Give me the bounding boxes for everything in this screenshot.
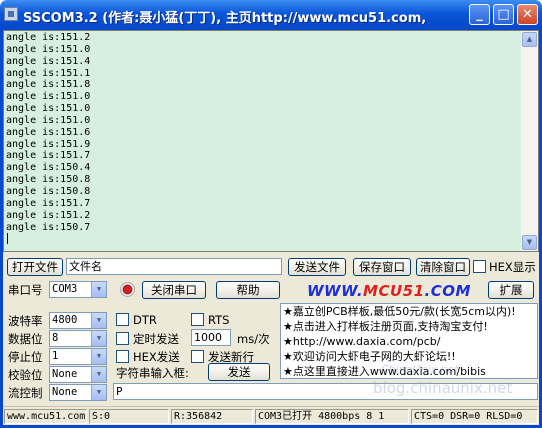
output-line: angle is:151.4 — [6, 55, 91, 67]
output-lines: angle is:151.2 angle is:151.0 angle is:151… — [6, 32, 91, 245]
port-select[interactable]: COM3 ▼ — [49, 281, 107, 298]
status-signals: CTS=0 DSR=0 RLSD=0 — [411, 409, 538, 424]
mcu51-logo[interactable]: WWW.MCU51.COM — [307, 282, 471, 300]
text-caret — [7, 233, 8, 245]
output-line: angle is:151.0 — [6, 91, 91, 103]
ad-line[interactable]: ★点击进入打样板注册页面,支持淘宝支付! — [281, 319, 537, 334]
chevron-down-icon[interactable]: ▼ — [91, 282, 106, 297]
flow-control-label: 流控制 — [8, 386, 43, 400]
maximize-button[interactable]: □ — [493, 4, 514, 25]
close-port-button[interactable]: 关闭串口 — [142, 281, 206, 299]
baud-rate-select[interactable]: 4800 ▼ — [49, 312, 107, 329]
app-icon[interactable] — [4, 7, 18, 21]
output-line: angle is:151.7 — [6, 150, 91, 162]
minimize-button[interactable]: _ — [469, 4, 490, 25]
ad-line[interactable]: ★嘉立创PCB样板,最低50元/款(长宽5cm以内)! — [281, 304, 537, 319]
watermark-text: blog.chinaunix.net — [373, 379, 513, 397]
chevron-down-icon[interactable]: ▼ — [91, 349, 106, 364]
chevron-down-icon[interactable]: ▼ — [91, 313, 106, 328]
output-line: angle is:151.8 — [6, 79, 91, 91]
data-bits-label: 数据位 — [8, 332, 43, 346]
timed-send-checkbox[interactable] — [116, 332, 129, 345]
status-received: R:356842 — [171, 409, 253, 424]
clear-window-button[interactable]: 清除窗口 — [416, 258, 470, 276]
output-line: angle is:150.4 — [6, 162, 91, 174]
title-bar[interactable]: SSCOM3.2 (作者:聂小猛(丁丁), 主页http://www.mcu51… — [0, 0, 542, 30]
output-line: angle is:151.9 — [6, 138, 91, 150]
send-newline-checkbox[interactable] — [191, 350, 204, 363]
interval-input[interactable]: 1000 — [191, 329, 231, 346]
send-button[interactable]: 发送 — [208, 363, 270, 381]
baud-rate-label: 波特率 — [8, 314, 43, 328]
close-button[interactable]: ✕ — [517, 4, 538, 25]
stop-bits-value: 1 — [52, 350, 59, 362]
output-line: angle is:151.1 — [6, 67, 91, 79]
flow-control-select[interactable]: None ▼ — [49, 384, 107, 401]
timed-send-label: 定时发送 — [133, 332, 179, 346]
string-input-label: 字符串输入框: — [116, 366, 189, 380]
output-line: angle is:150.7 — [6, 221, 91, 233]
flow-control-value: None — [52, 386, 78, 398]
vertical-scrollbar[interactable]: ▲ ▼ — [521, 31, 538, 251]
output-line: angle is:151.0 — [6, 114, 91, 126]
send-newline-label: 发送新行 — [208, 350, 254, 364]
port-status-led-icon — [120, 282, 135, 297]
hex-display-checkbox[interactable] — [473, 260, 486, 273]
baud-rate-value: 4800 — [52, 314, 78, 326]
status-sent: S:0 — [89, 409, 169, 424]
output-line: angle is:151.0 — [6, 103, 91, 115]
dtr-label: DTR — [133, 313, 157, 327]
output-line: angle is:151.6 — [6, 126, 91, 138]
port-select-value: COM3 — [52, 283, 78, 295]
output-line: angle is:151.2 — [6, 32, 91, 43]
expand-button[interactable]: 扩展 — [488, 281, 534, 299]
stop-bits-label: 停止位 — [8, 350, 43, 364]
chevron-down-icon[interactable]: ▼ — [91, 331, 106, 346]
output-line: angle is:150.8 — [6, 185, 91, 197]
hex-send-checkbox[interactable] — [116, 350, 129, 363]
chevron-down-icon[interactable]: ▼ — [91, 367, 106, 382]
parity-select[interactable]: None ▼ — [49, 366, 107, 383]
receive-output[interactable]: angle is:151.2 angle is:151.0 angle is:151… — [3, 30, 539, 252]
output-line: angle is:151.0 — [6, 43, 91, 55]
scroll-up-icon[interactable]: ▲ — [522, 32, 537, 47]
port-label: 串口号 — [8, 283, 43, 297]
dtr-checkbox[interactable] — [116, 313, 129, 326]
status-bar: www.mcu51.com S:0 R:356842 COM3已打开 4800b… — [3, 406, 539, 425]
scroll-down-icon[interactable]: ▼ — [522, 235, 537, 250]
status-port: COM3已打开 4800bps 8 1 — [255, 409, 409, 424]
data-bits-value: 8 — [52, 332, 59, 344]
output-line: angle is:151.7 — [6, 197, 91, 209]
hex-send-label: HEX发送 — [133, 350, 180, 364]
open-file-button[interactable]: 打开文件 — [7, 258, 63, 276]
chevron-down-icon[interactable]: ▼ — [91, 385, 106, 400]
filename-input[interactable]: 文件名 — [66, 258, 282, 275]
stop-bits-select[interactable]: 1 ▼ — [49, 348, 107, 365]
help-button[interactable]: 帮助 — [216, 281, 280, 299]
output-line: angle is:151.2 — [6, 209, 91, 221]
interval-unit-label: ms/次 — [237, 332, 270, 346]
window-title: SSCOM3.2 (作者:聂小猛(丁丁), 主页http://www.mcu51… — [23, 11, 427, 26]
main-window: angle is:151.2 angle is:151.0 angle is:151… — [0, 30, 542, 428]
ad-line[interactable]: ★http://www.daxia.com/pcb/ — [281, 334, 537, 349]
save-window-button[interactable]: 保存窗口 — [353, 258, 411, 276]
status-site: www.mcu51.com — [4, 409, 87, 424]
parity-value: None — [52, 368, 78, 380]
send-file-button[interactable]: 发送文件 — [288, 258, 346, 276]
data-bits-select[interactable]: 8 ▼ — [49, 330, 107, 347]
parity-label: 校验位 — [8, 368, 43, 382]
watermark-text: ChinaUnix.net — [381, 363, 459, 376]
ad-line[interactable]: ★欢迎访问大虾电子网的大虾论坛!! — [281, 349, 537, 364]
rts-label: RTS — [208, 313, 230, 327]
output-line: angle is:150.8 — [6, 174, 91, 186]
rts-checkbox[interactable] — [191, 313, 204, 326]
hex-display-label: HEX显示 — [489, 260, 536, 274]
